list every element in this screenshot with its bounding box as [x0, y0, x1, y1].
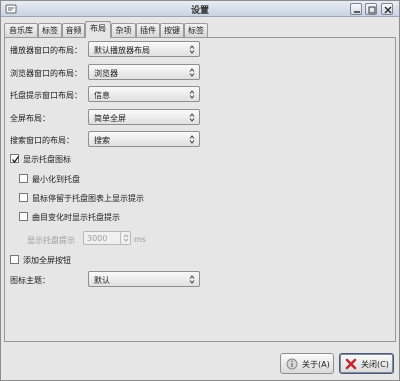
tab-tags-2[interactable]: 标签 [184, 23, 208, 37]
song-change-tip-label: 曲目变化时显示托盘提示 [32, 213, 120, 222]
updown-arrow-icon [189, 68, 195, 77]
add-fullscreen-button-checkbox[interactable] [10, 255, 19, 264]
icon-theme-label: 图标主题： [10, 276, 50, 285]
title-bar[interactable]: 设置 [1, 1, 399, 17]
button-bar: 关于(A) 关闭(C) [1, 346, 399, 380]
add-fullscreen-button-label: 添加全屏按钮 [23, 256, 71, 265]
updown-arrow-icon [189, 275, 195, 284]
tray-tip-layout-value: 信息 [94, 91, 110, 100]
tab-library[interactable]: 音乐库 [4, 23, 38, 37]
icon-theme-select[interactable]: 默认 [88, 271, 200, 287]
tab-keys[interactable]: 按键 [160, 23, 184, 37]
spin-arrows-icon [123, 234, 129, 242]
maximize-icon [368, 6, 376, 14]
browser-layout-value: 浏览器 [94, 69, 118, 78]
hover-tip-checkbox[interactable] [19, 193, 28, 202]
close-icon [384, 6, 392, 14]
minimize-to-tray-label: 最小化到托盘 [32, 175, 80, 184]
hover-tip-label: 鼠标停留于托盘图表上显示提示 [32, 194, 144, 203]
minimize-to-tray-checkbox[interactable] [19, 174, 28, 183]
browser-layout-select[interactable]: 浏览器 [88, 64, 200, 80]
search-layout-value: 搜索 [94, 136, 110, 145]
maximize-button[interactable] [365, 3, 377, 15]
updown-arrow-icon [189, 113, 195, 122]
updown-arrow-icon [189, 135, 195, 144]
tray-tip-layout-select[interactable]: 信息 [88, 86, 200, 102]
layout-panel: 播放器窗口的布局： 默认播放器布局 浏览器窗口的布局： 浏览器 托盘提示窗口布局… [4, 37, 396, 342]
tab-tags[interactable]: 标签 [38, 23, 62, 37]
tip-duration-value: 3000 [87, 234, 108, 243]
updown-arrow-icon [189, 45, 195, 54]
show-tray-icon-label: 显示托盘图标 [23, 155, 71, 164]
close-window-button[interactable] [381, 3, 393, 15]
tab-misc[interactable]: 杂项 [111, 23, 136, 37]
minimize-icon [354, 11, 360, 13]
show-tray-icon-checkbox[interactable] [10, 154, 20, 164]
tab-audio[interactable]: 音频 [62, 23, 85, 37]
checkmark-icon [11, 156, 20, 164]
close-button[interactable]: 关闭(C) [339, 353, 394, 374]
fullscreen-layout-label: 全屏布局： [10, 114, 50, 123]
tip-duration-unit: ms [134, 235, 146, 244]
window-title: 设置 [190, 6, 209, 16]
tab-layout[interactable]: 布局 [85, 21, 111, 38]
updown-arrow-icon [189, 90, 195, 99]
spin-buttons[interactable] [120, 232, 130, 244]
player-layout-label: 播放器窗口的布局： [10, 46, 82, 55]
settings-window: 设置 音乐库 标签 音频 布局 杂项 插件 按键 标签 播放器窗口的布局： 默认… [0, 0, 400, 381]
player-layout-select[interactable]: 默认播放器布局 [88, 41, 200, 57]
close-x-icon [345, 358, 357, 370]
fullscreen-layout-select[interactable]: 简单全屏 [88, 109, 200, 125]
search-layout-label: 搜索窗口的布局： [10, 136, 74, 145]
tip-duration-spinbox[interactable]: 3000 [83, 231, 131, 245]
search-layout-select[interactable]: 搜索 [88, 131, 200, 147]
browser-layout-label: 浏览器窗口的布局： [10, 69, 82, 78]
about-label: 关于(A) [302, 360, 330, 369]
tip-duration-label: 显示托盘提示 [27, 236, 75, 245]
tray-tip-layout-label: 托盘提示窗口布局： [10, 91, 82, 100]
song-change-tip-checkbox[interactable] [19, 212, 28, 221]
player-layout-value: 默认播放器布局 [94, 46, 150, 55]
icon-theme-value: 默认 [94, 276, 110, 285]
about-icon [286, 358, 298, 370]
fullscreen-layout-value: 简单全屏 [94, 114, 126, 123]
close-label: 关闭(C) [361, 360, 389, 369]
tab-plugins[interactable]: 插件 [136, 23, 160, 37]
about-button[interactable]: 关于(A) [280, 353, 334, 374]
minimize-button[interactable] [350, 3, 362, 15]
